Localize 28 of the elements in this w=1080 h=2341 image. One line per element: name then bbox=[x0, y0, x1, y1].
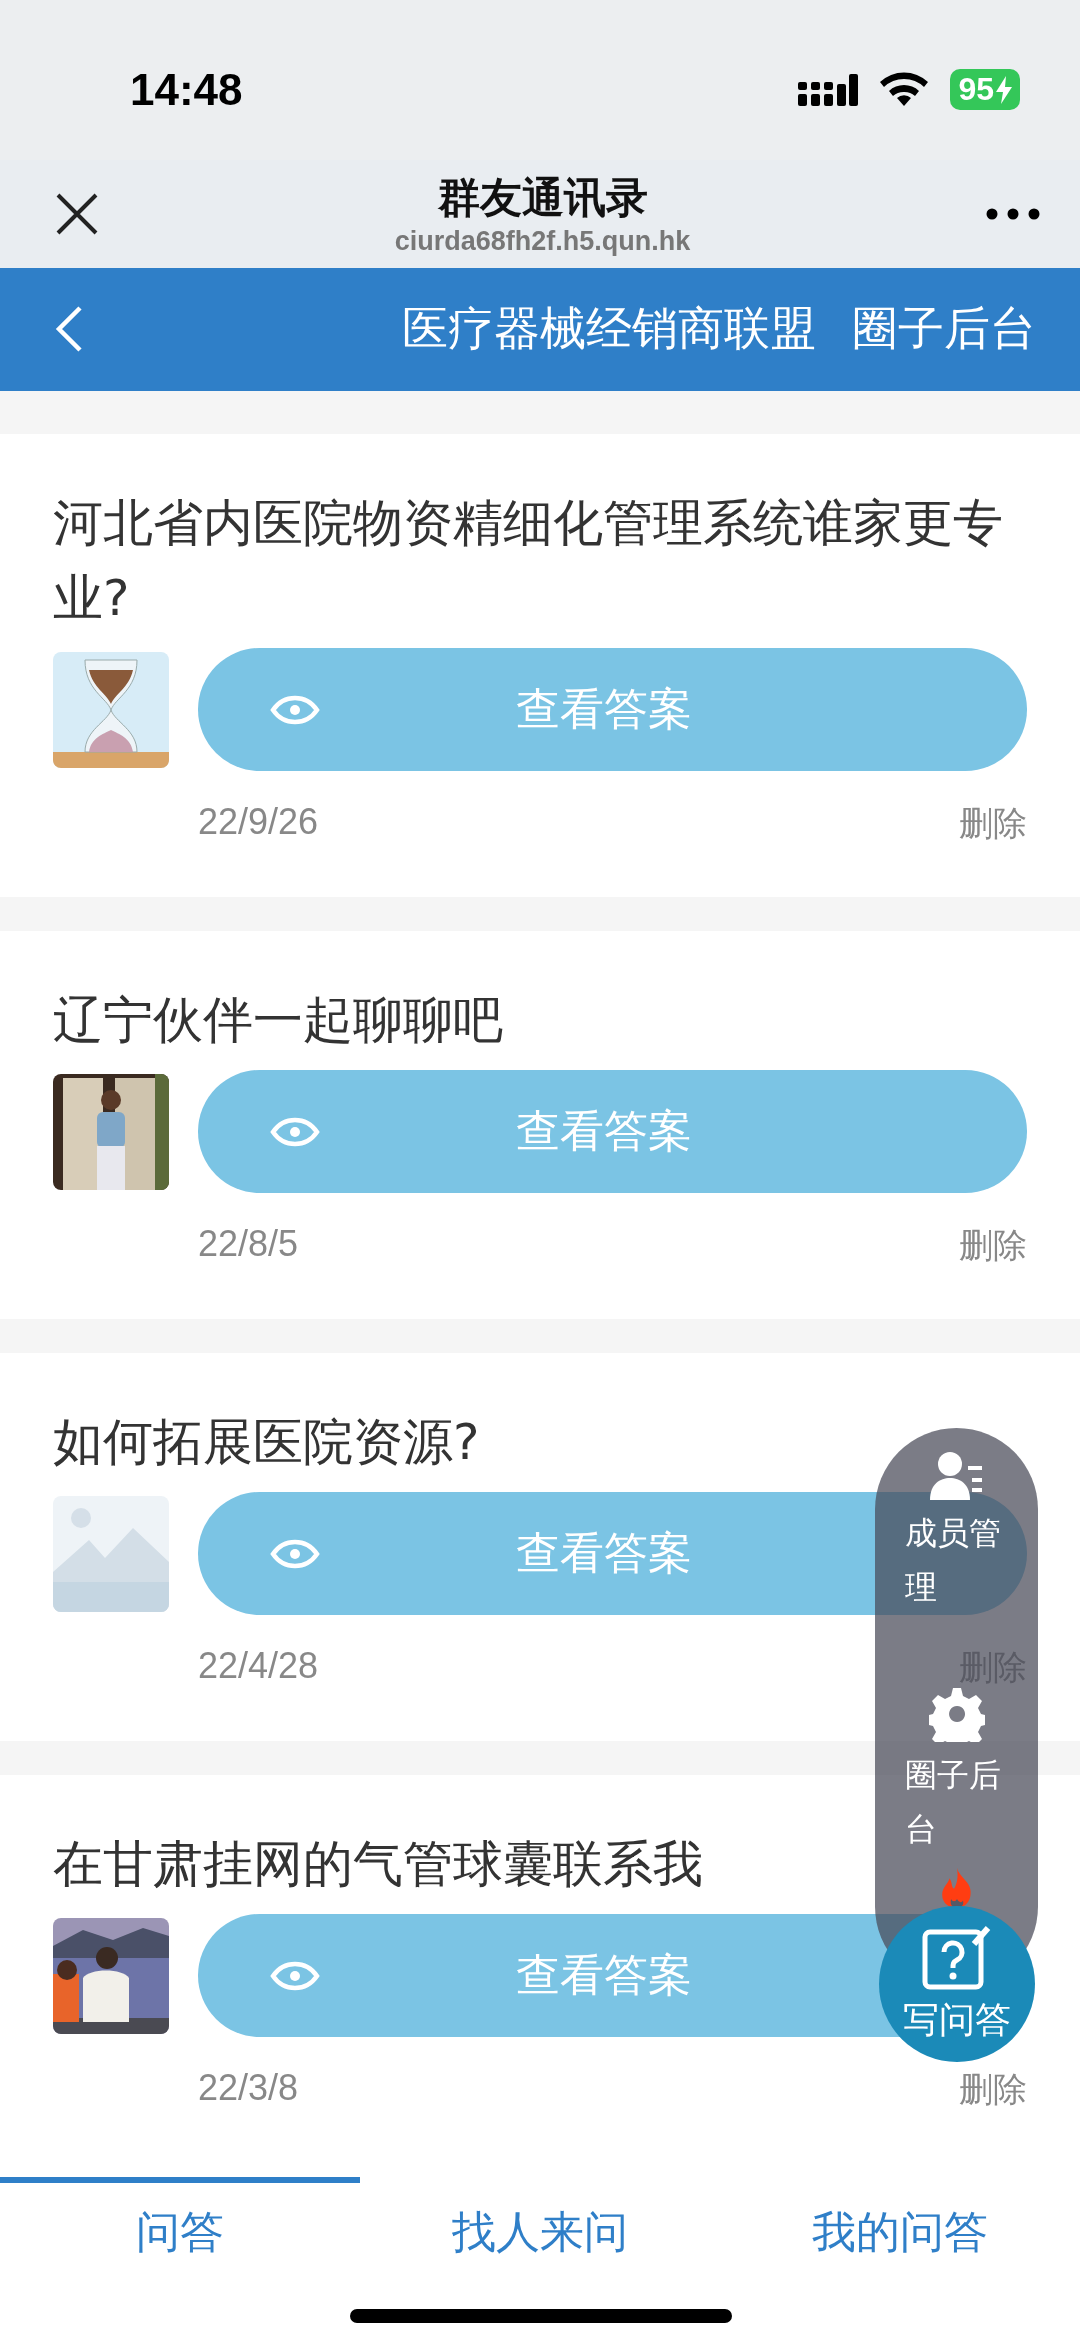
battery-level: 95 bbox=[950, 69, 1020, 111]
group-name: 医疗器械经销商联盟 bbox=[401, 300, 816, 358]
close-icon[interactable] bbox=[55, 191, 99, 236]
person-list-icon bbox=[929, 1450, 984, 1500]
delete-link[interactable]: 删除 bbox=[959, 801, 1027, 848]
back-icon[interactable] bbox=[55, 305, 83, 354]
question-title[interactable]: 辽宁伙伴一起聊聊吧 bbox=[53, 983, 1013, 1059]
delete-link[interactable]: 删除 bbox=[959, 2067, 1027, 2114]
question-edit-icon bbox=[922, 1923, 992, 1990]
question-date: 22/4/28 bbox=[198, 1645, 319, 1689]
admin-link[interactable]: 圈子后台 bbox=[852, 298, 1036, 361]
page-title: 群友通讯录 bbox=[437, 172, 648, 225]
question-date: 22/9/26 bbox=[198, 801, 319, 845]
page-url: ciurda68fh2f.h5.qun.hk bbox=[394, 226, 691, 258]
more-icon[interactable] bbox=[986, 207, 1040, 220]
wifi-icon bbox=[880, 71, 929, 108]
flame-icon bbox=[939, 1868, 974, 1908]
clock-time: 14:48 bbox=[130, 63, 244, 115]
home-indicator[interactable] bbox=[350, 2309, 732, 2324]
menu-label: 圈子后台 bbox=[904, 1755, 1002, 1850]
menu-label: 成员管理 bbox=[904, 1513, 1002, 1608]
question-date: 22/3/8 bbox=[198, 2067, 299, 2111]
delete-link[interactable]: 删除 bbox=[959, 1223, 1027, 1270]
charging-icon bbox=[996, 75, 1012, 104]
question-title[interactable]: 河北省内医院物资精细化管理系统谁家更专业? bbox=[53, 486, 1013, 637]
question-date: 22/8/5 bbox=[198, 1223, 299, 1267]
settings-icon bbox=[928, 1686, 985, 1742]
menu-item[interactable]: 圈子后台 bbox=[904, 1686, 1009, 1856]
